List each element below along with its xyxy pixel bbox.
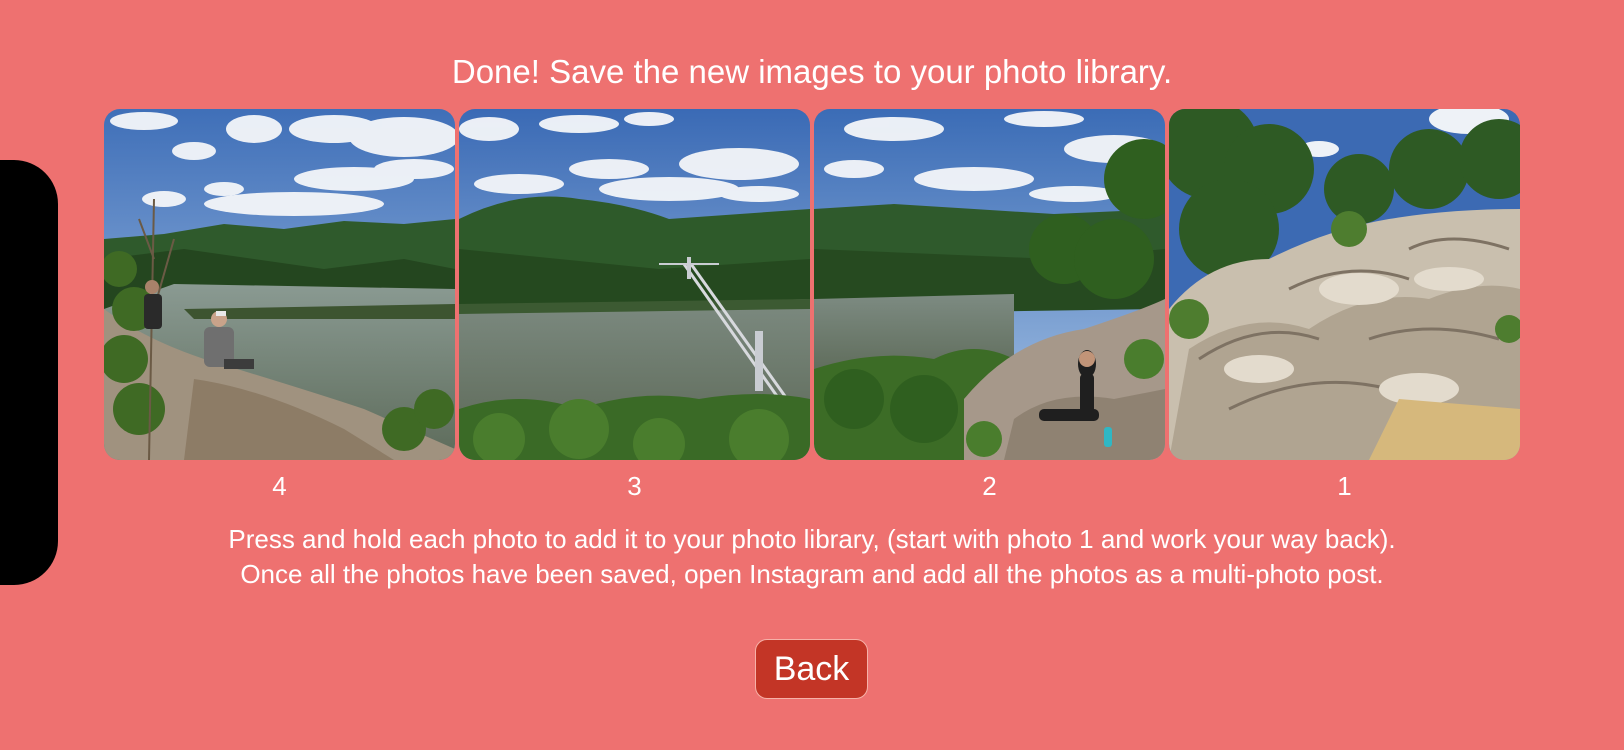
back-button[interactable]: Back	[755, 639, 868, 699]
instructions: Press and hold each photo to add it to y…	[0, 522, 1624, 592]
page-title: Done! Save the new images to your photo …	[451, 53, 1173, 90]
photo-numbers: 4 3 2 1	[104, 468, 1520, 504]
instructions-line-2: Once all the photos have been saved, ope…	[240, 559, 1384, 589]
photo-number-label: 1	[1337, 471, 1352, 501]
photo-number-label: 4	[272, 471, 287, 501]
photo-2-image	[814, 109, 1165, 460]
photo-3-image	[459, 109, 810, 460]
photo-strip	[104, 109, 1520, 460]
photo-4-image	[104, 109, 455, 460]
photo-number-label: 2	[982, 471, 997, 501]
screen: Done! Save the new images to your photo …	[0, 0, 1624, 750]
photo-number-label: 3	[627, 471, 642, 501]
photo-1[interactable]	[1169, 109, 1520, 460]
photo-4[interactable]	[104, 109, 455, 460]
photo-2[interactable]	[814, 109, 1165, 460]
instructions-line-1: Press and hold each photo to add it to y…	[228, 524, 1396, 554]
photo-3[interactable]	[459, 109, 810, 460]
photo-1-image	[1169, 109, 1520, 460]
